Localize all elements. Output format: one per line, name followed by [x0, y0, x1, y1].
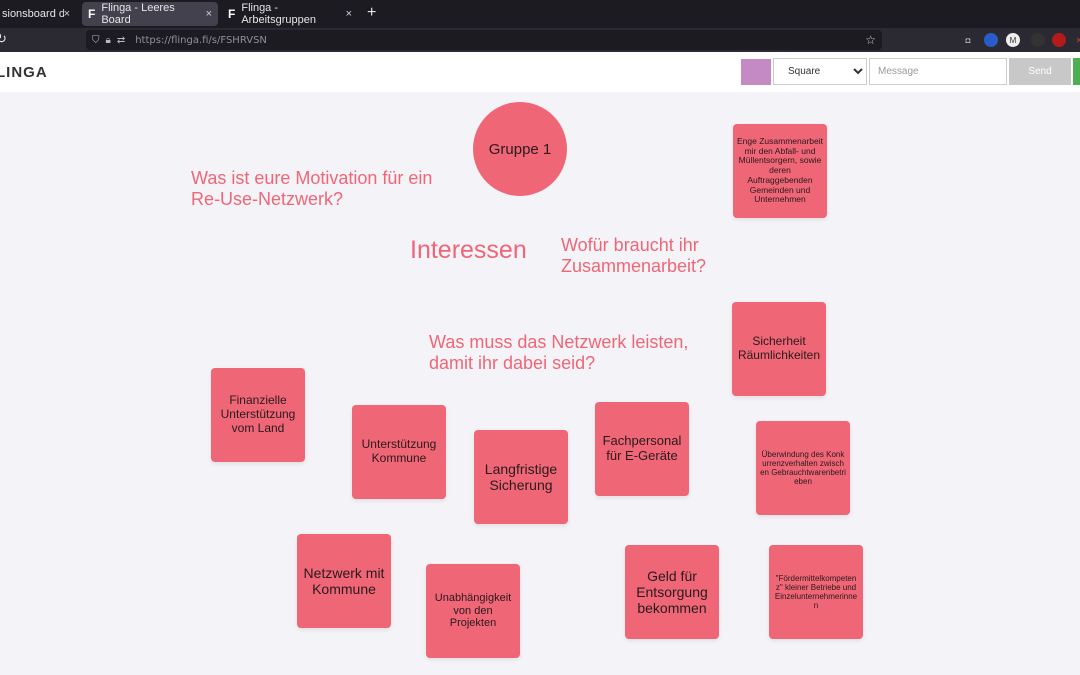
- tab-label: Flinga - Leeres Board: [101, 2, 175, 26]
- reload-icon[interactable]: ↻: [0, 31, 7, 47]
- extension-red-icon[interactable]: ✕: [1072, 33, 1080, 47]
- flinga-board[interactable]: Gruppe 1 Was ist eure Motivation für ein…: [0, 92, 1080, 675]
- note-geld-entsorgung[interactable]: Geld für Entsorgung bekommen: [625, 545, 719, 639]
- close-tab-icon[interactable]: ×: [346, 8, 352, 20]
- note-sicherheit[interactable]: Sicherheit Räumlichkeiten: [732, 302, 826, 396]
- shape-select[interactable]: Square: [773, 58, 867, 85]
- green-action-button[interactable]: [1073, 58, 1080, 85]
- permissions-icon[interactable]: ⇄: [117, 35, 125, 46]
- note-netzwerk-kommune[interactable]: Netzwerk mit Kommune: [297, 534, 391, 628]
- color-picker-swatch[interactable]: [741, 59, 771, 85]
- note-foerdermittelkompetenz[interactable]: "Fördermittelkompetenz" kleiner Betriebe…: [769, 545, 863, 639]
- note-enge-zusammenarbeit[interactable]: Enge Zusammenarbeit mir den Abfall- und …: [733, 124, 827, 218]
- close-tab-icon[interactable]: ×: [206, 8, 212, 20]
- tab-arbeitsgruppen[interactable]: F Flinga - Arbeitsgruppen ×: [222, 2, 358, 26]
- gruppe-circle[interactable]: Gruppe 1: [473, 102, 567, 196]
- shield-icon[interactable]: ⛉: [92, 35, 100, 46]
- flinga-logo: LINGA: [0, 64, 48, 81]
- new-tab-button[interactable]: +: [367, 4, 376, 22]
- tab-revisionsboard[interactable]: sionsboard des Re ×: [0, 2, 76, 26]
- question-zusammenarbeit[interactable]: Wofür braucht ihr Zusammenarbeit?: [561, 235, 731, 276]
- flinga-header: LINGA Square Send: [0, 52, 1080, 92]
- flinga-favicon-icon: F: [88, 7, 96, 21]
- tab-label: Flinga - Arbeitsgruppen: [241, 2, 316, 26]
- note-unabhaengigkeit[interactable]: Unabhängigkeit von den Projekten: [426, 564, 520, 658]
- note-ueberwindung[interactable]: Überwindung des Konkurrenzverhalten zwis…: [756, 421, 850, 515]
- note-langfristige-sicherung[interactable]: Langfristige Sicherung: [474, 430, 568, 524]
- browser-tab-bar: sionsboard des Re × F Flinga - Leeres Bo…: [0, 0, 1080, 28]
- extension-m-icon[interactable]: M: [1006, 33, 1020, 47]
- heading-interessen[interactable]: Interessen: [410, 236, 550, 265]
- url-text[interactable]: https://flinga.fi/s/FSHRVSN: [135, 35, 267, 46]
- question-motivation[interactable]: Was ist eure Motivation für ein Re-Use-N…: [191, 168, 441, 209]
- ublock-icon[interactable]: [1052, 33, 1066, 47]
- send-button[interactable]: Send: [1009, 58, 1071, 85]
- message-input[interactable]: [869, 58, 1007, 85]
- close-tab-icon[interactable]: ×: [64, 8, 70, 20]
- browser-nav-bar: ↻ ⛉ 🔒︎ ⇄ https://flinga.fi/s/FSHRVSN ☆ ◘…: [0, 28, 1080, 52]
- note-unterstuetzung-kommune[interactable]: Unterstützung Kommune: [352, 405, 446, 499]
- extension-blue-icon[interactable]: [984, 33, 998, 47]
- bookmark-star-icon[interactable]: ☆: [865, 33, 876, 47]
- question-netzwerk[interactable]: Was muss das Netzwerk leisten, damit ihr…: [429, 332, 689, 373]
- flinga-favicon-icon: F: [228, 7, 236, 21]
- note-finanzielle-unterstuetzung[interactable]: Finanzielle Unterstützung vom Land: [211, 368, 305, 462]
- url-bar[interactable]: ⛉ 🔒︎ ⇄ https://flinga.fi/s/FSHRVSN ☆: [86, 30, 882, 50]
- tab-label: sionsboard des Re: [2, 8, 64, 20]
- pocket-icon[interactable]: ◘: [961, 33, 975, 47]
- lock-icon[interactable]: 🔒︎: [106, 35, 111, 46]
- extension-dark-icon[interactable]: [1031, 33, 1045, 47]
- note-fachpersonal[interactable]: Fachpersonal für E-Geräte: [595, 402, 689, 496]
- tab-leeres-board[interactable]: F Flinga - Leeres Board ×: [82, 2, 218, 26]
